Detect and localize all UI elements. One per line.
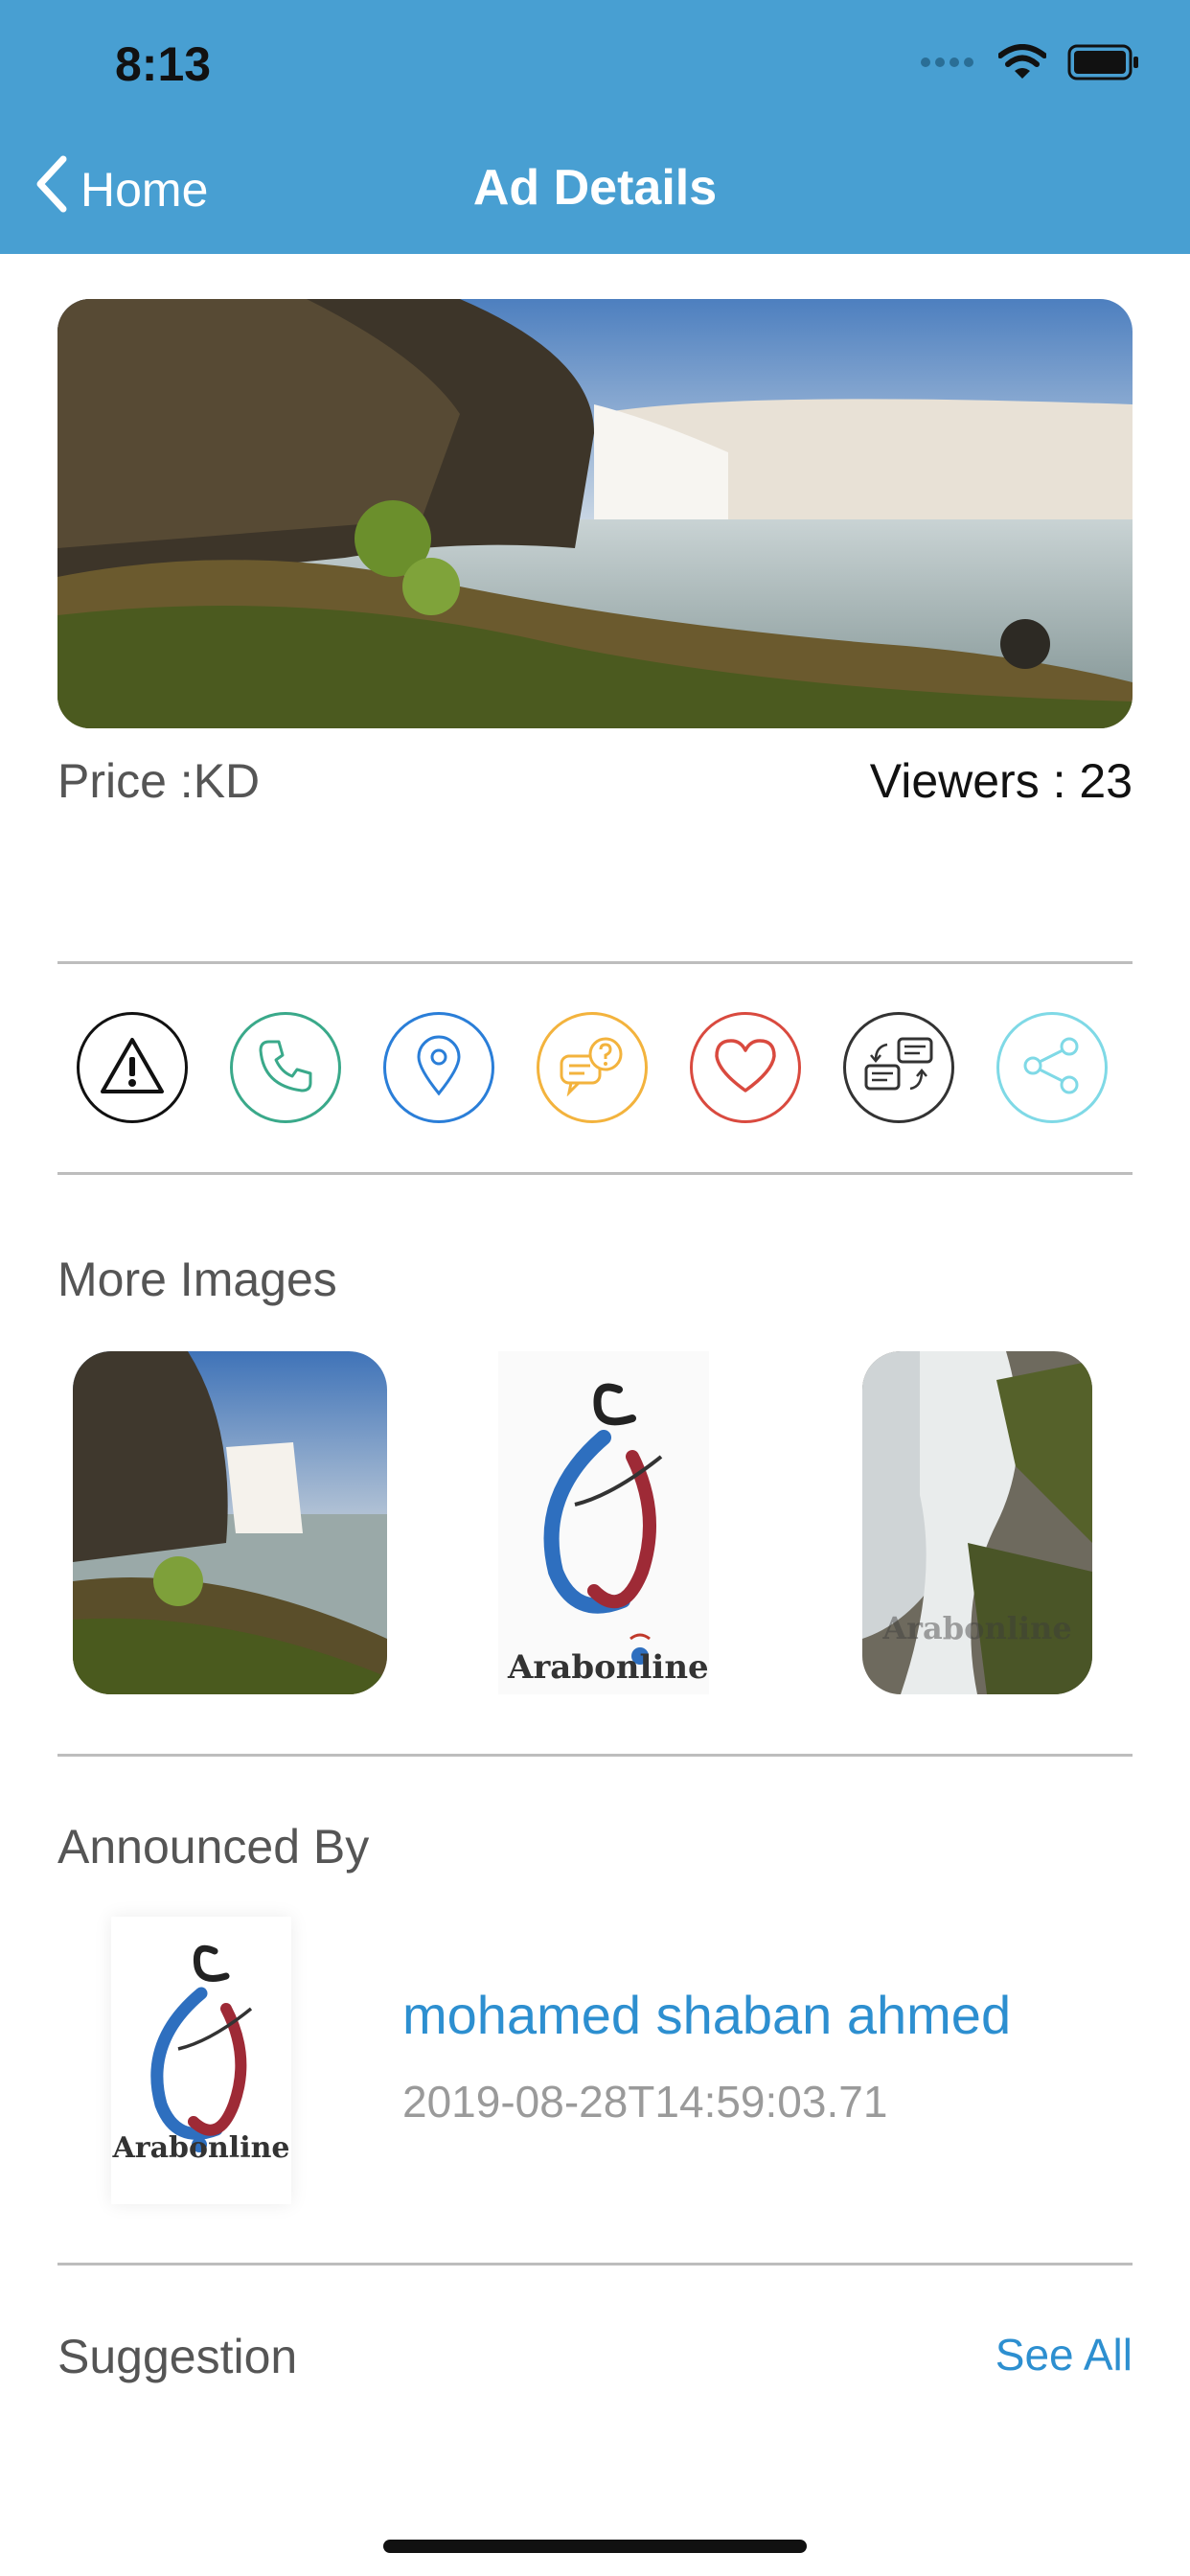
watermark-text: Arabonline	[882, 1610, 1072, 1646]
more-image-thumb[interactable]	[73, 1351, 387, 1694]
see-all-link[interactable]: See All	[995, 2329, 1133, 2380]
seller-avatar[interactable]: Arabonline	[111, 1917, 291, 2204]
more-image-thumb[interactable]: Arabonline	[498, 1351, 709, 1694]
more-image-thumb[interactable]: Arabonline	[862, 1351, 1092, 1694]
divider	[57, 1172, 1133, 1175]
suggestion-title: Suggestion	[57, 2330, 298, 2383]
question-chat-icon	[558, 1035, 627, 1101]
arabonline-logo	[498, 1351, 709, 1694]
divider	[57, 961, 1133, 964]
share-icon	[1021, 1035, 1083, 1101]
warning-icon	[99, 1036, 166, 1100]
chat-exchange-icon	[862, 1035, 935, 1101]
divider	[57, 2263, 1133, 2266]
call-button[interactable]	[230, 1012, 341, 1123]
ad-price: Price :KD	[57, 754, 261, 808]
heart-icon	[713, 1037, 778, 1099]
more-images-title: More Images	[57, 1253, 337, 1306]
announced-by-title: Announced By	[57, 1820, 370, 1874]
signal-icon	[920, 56, 977, 74]
arabonline-logo	[111, 1917, 291, 2209]
seller-logo-text: Arabonline	[112, 2131, 290, 2165]
location-pin-icon	[415, 1034, 463, 1102]
battery-icon	[1067, 44, 1140, 85]
ad-main-image[interactable]	[57, 299, 1133, 728]
seller-name[interactable]: mohamed shaban ahmed	[402, 1984, 1011, 2046]
divider	[57, 1754, 1133, 1757]
location-button[interactable]	[383, 1012, 494, 1123]
messages-button[interactable]	[843, 1012, 954, 1123]
share-button[interactable]	[996, 1012, 1108, 1123]
navigation-bar: 8:13 Home Ad Details	[0, 0, 1190, 254]
page-title: Ad Details	[472, 160, 718, 216]
status-icons	[920, 44, 1140, 85]
ad-viewers: Viewers : 23	[869, 754, 1133, 808]
home-indicator	[383, 2540, 807, 2553]
inquiry-button[interactable]	[537, 1012, 648, 1123]
phone-icon	[256, 1036, 315, 1100]
status-time: 8:13	[115, 37, 212, 91]
wifi-icon	[997, 44, 1047, 85]
favorite-button[interactable]	[690, 1012, 801, 1123]
seller-date: 2019-08-28T14:59:03.71	[402, 2077, 888, 2127]
report-button[interactable]	[77, 1012, 188, 1123]
logo-text: Arabonline	[508, 1648, 709, 1687]
